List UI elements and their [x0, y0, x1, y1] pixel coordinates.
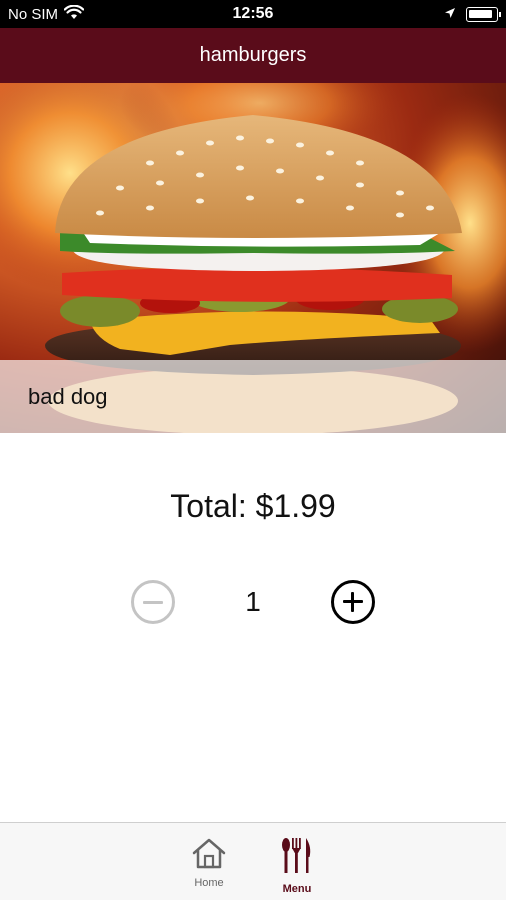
- status-time: 12:56: [232, 5, 274, 22]
- order-total: Total: $1.99: [170, 488, 336, 524]
- tab-menu-label: Menu: [282, 883, 312, 895]
- location-arrow-icon: [444, 6, 456, 23]
- hero-image: bad dog: [0, 83, 506, 433]
- battery-icon: [466, 7, 501, 22]
- tab-home[interactable]: Home: [179, 837, 239, 889]
- item-name: bad dog: [28, 383, 108, 409]
- decrease-quantity-button[interactable]: [131, 580, 175, 624]
- quantity-stepper: 1: [0, 580, 506, 626]
- nav-bar: hamburgers: [0, 28, 506, 83]
- fork-knife-icon: [279, 838, 315, 879]
- quantity-value: 1: [245, 586, 261, 617]
- increase-quantity-button[interactable]: [331, 580, 375, 624]
- tab-home-label: Home: [194, 877, 224, 889]
- tab-bar: Home Menu: [0, 822, 506, 900]
- item-caption: bad dog: [0, 360, 506, 433]
- tab-menu[interactable]: Menu: [267, 837, 327, 895]
- battery-level: [469, 10, 492, 18]
- status-bar: No SIM 12:56: [0, 0, 506, 28]
- status-right: [444, 6, 501, 23]
- page-title: hamburgers: [199, 44, 307, 66]
- home-icon: [191, 838, 227, 873]
